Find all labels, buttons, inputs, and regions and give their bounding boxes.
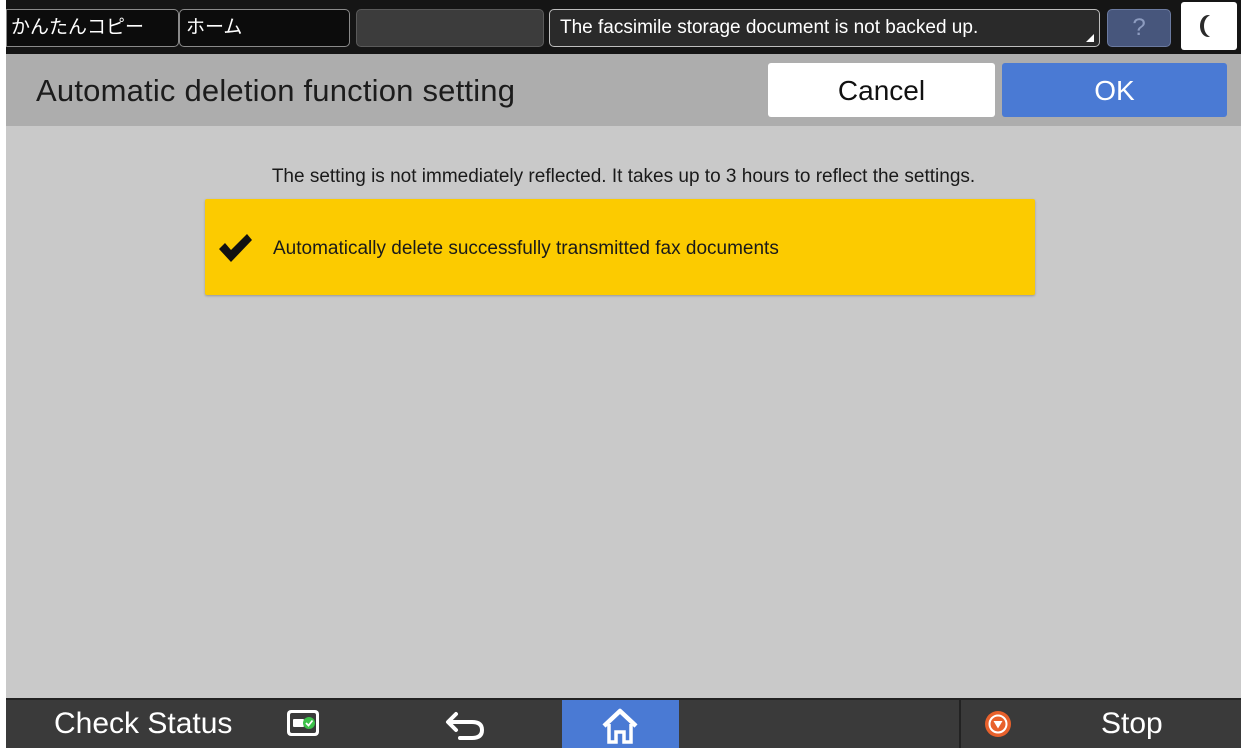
stop-icon[interactable] <box>984 710 1012 738</box>
checkmark-icon[interactable] <box>217 232 253 264</box>
back-arrow-icon[interactable] <box>436 700 496 748</box>
empty-tab-slot[interactable] <box>356 9 544 47</box>
easy-copy-tab[interactable]: かんたんコピー <box>6 9 179 47</box>
ok-button[interactable]: OK <box>1002 63 1227 117</box>
moon-icon <box>1204 15 1220 37</box>
auto-delete-setting-row[interactable]: Automatically delete successfully transm… <box>205 199 1035 295</box>
setting-label: Automatically delete successfully transm… <box>273 238 779 259</box>
page-title: Automatic deletion function setting <box>36 73 516 108</box>
system-message-text: The facsimile storage document is not ba… <box>560 17 979 38</box>
home-button[interactable] <box>562 700 679 748</box>
energy-saver-button[interactable] <box>1181 2 1237 50</box>
header-bar: Automatic deletion function setting Canc… <box>6 54 1241 126</box>
screen: かんたんコピー ホーム The facsimile storage docume… <box>6 0 1241 748</box>
status-monitor-icon[interactable] <box>286 709 320 737</box>
home-tab[interactable]: ホーム <box>179 9 350 47</box>
bottom-bar: Check Status Stop <box>6 698 1241 748</box>
check-status-button[interactable]: Check Status <box>6 700 276 748</box>
stop-button[interactable]: Stop <box>1101 700 1163 748</box>
cancel-button[interactable]: Cancel <box>768 63 995 117</box>
top-status-bar: かんたんコピー ホーム The facsimile storage docume… <box>6 0 1241 54</box>
notice-text: The setting is not immediately reflected… <box>271 166 976 187</box>
help-button[interactable]: ? <box>1107 9 1171 47</box>
system-message-box[interactable]: The facsimile storage document is not ba… <box>549 9 1100 47</box>
home-icon <box>602 708 638 744</box>
divider <box>959 700 961 748</box>
expand-corner-icon <box>1086 34 1094 42</box>
